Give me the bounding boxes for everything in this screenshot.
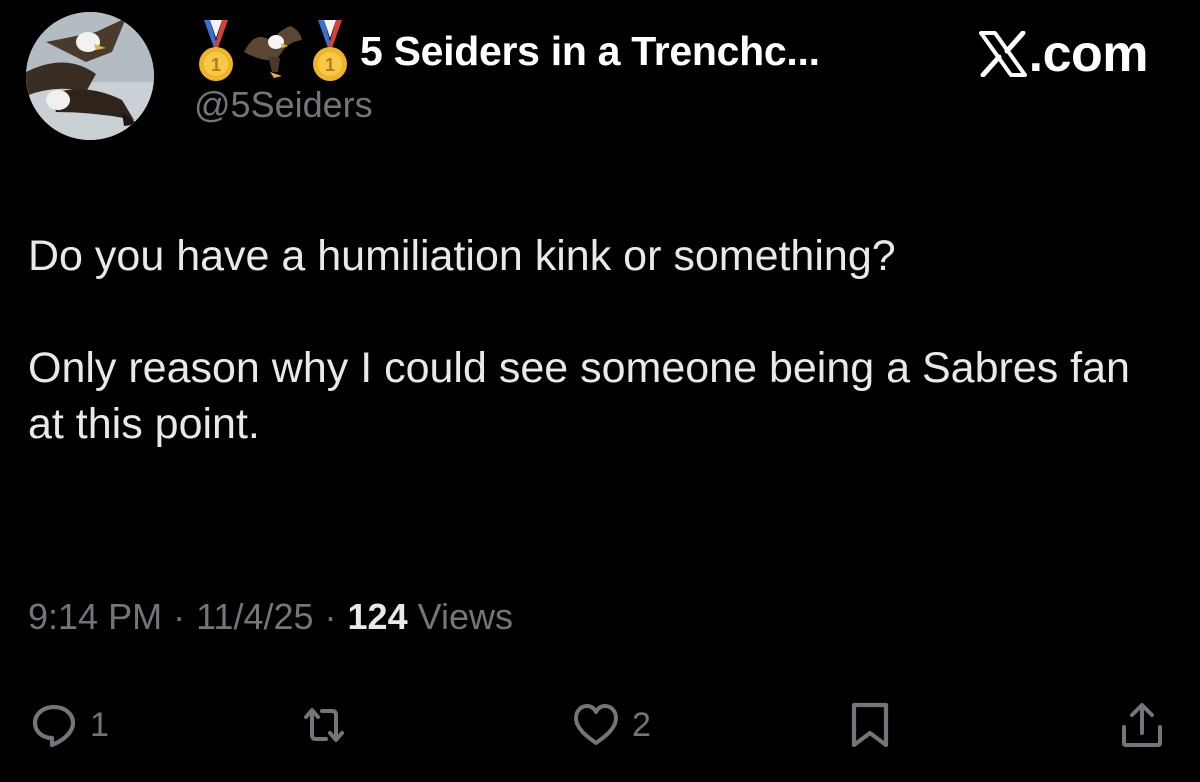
tweet-date[interactable]: 11/4/25 [196, 596, 313, 638]
separator: · [324, 596, 337, 637]
user-handle[interactable]: @5Seiders [194, 84, 373, 126]
action-bar: 1 2 [0, 690, 1200, 760]
eagle-icon [244, 26, 302, 78]
name-row: 1 1 5 Seiders in a Trenchc... [196, 14, 820, 88]
first-place-medal-icon: 1 [199, 20, 233, 81]
views-label: Views [417, 596, 513, 637]
reply-icon [32, 704, 76, 748]
tweet-paragraph: Do you have a humiliation kink or someth… [28, 232, 896, 280]
tweet-time[interactable]: 9:14 PM [28, 596, 162, 638]
share-icon [1122, 703, 1162, 747]
x-brand-watermark: .com [978, 24, 1149, 84]
repost-button[interactable] [300, 690, 348, 760]
share-button[interactable] [1118, 690, 1166, 760]
views-count: 124 [347, 596, 408, 637]
bookmark-button[interactable] [846, 690, 894, 760]
heart-icon [574, 704, 618, 745]
reply-count: 1 [90, 705, 109, 744]
svg-text:1: 1 [211, 55, 221, 75]
like-count: 2 [632, 705, 651, 744]
svg-text:1: 1 [325, 55, 335, 75]
avatar[interactable] [26, 12, 154, 140]
brand-domain: .com [1028, 25, 1149, 83]
x-logo-icon [978, 31, 1027, 77]
like-button[interactable]: 2 [572, 690, 651, 760]
tweet-metadata: 9:14 PM · 11/4/25 · 124 Views [28, 596, 513, 638]
first-place-medal-icon: 1 [313, 20, 347, 81]
eagle-avatar-image [26, 12, 154, 140]
reply-button[interactable]: 1 [30, 690, 109, 760]
display-name[interactable]: 5 Seiders in a Trenchc... [360, 28, 820, 75]
tweet-paragraph: Only reason why I could see someone bein… [28, 344, 1130, 448]
tweet-text: Do you have a humiliation kink or someth… [28, 228, 1168, 452]
repost-icon [304, 708, 344, 742]
separator: · [173, 596, 186, 637]
bookmark-icon [851, 702, 889, 748]
